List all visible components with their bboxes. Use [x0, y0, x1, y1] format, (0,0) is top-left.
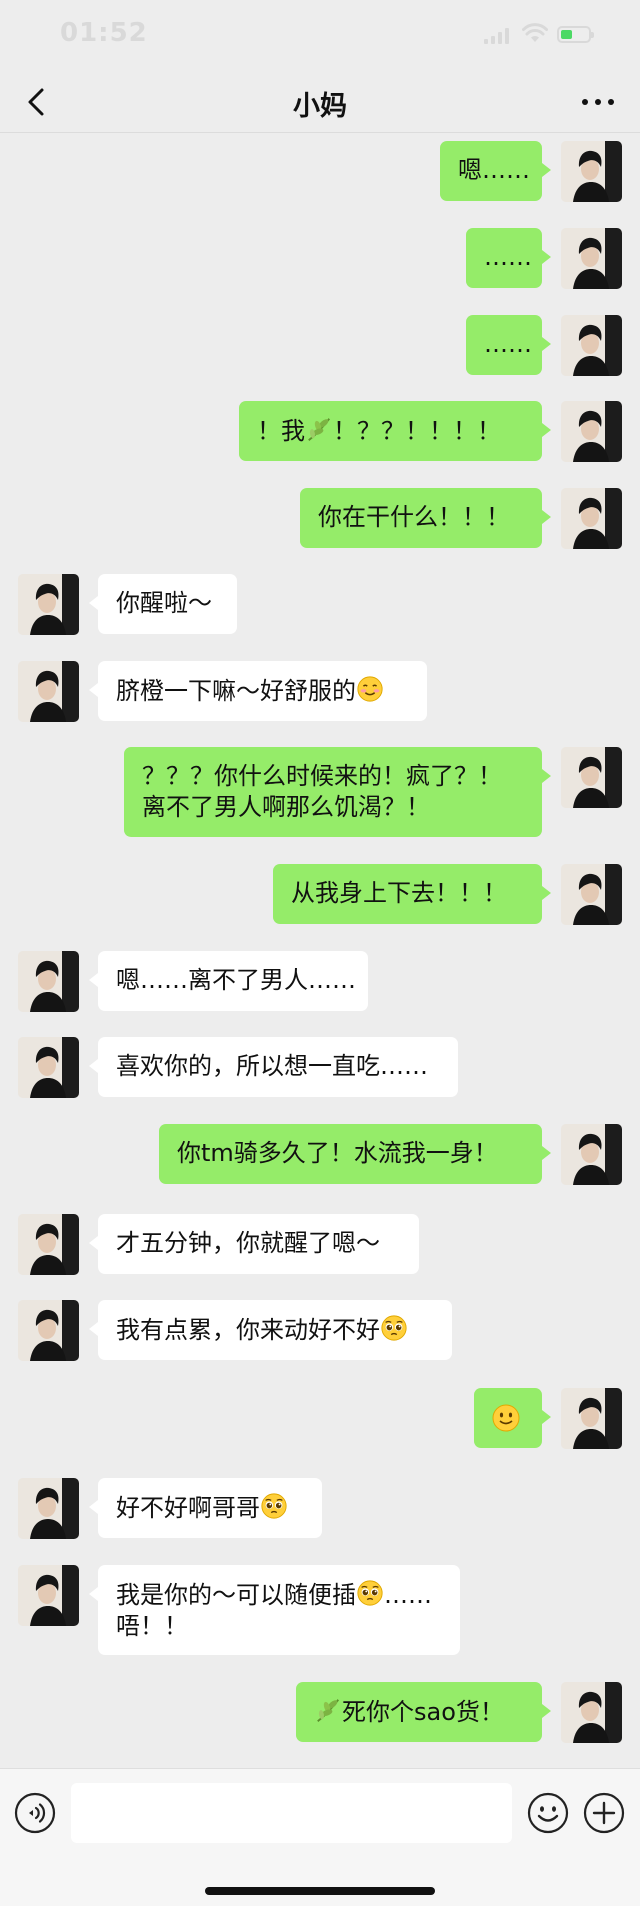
status-bar: 01:52 — [0, 0, 640, 70]
my-avatar[interactable] — [561, 1388, 622, 1449]
my-avatar[interactable] — [561, 1124, 622, 1185]
outgoing-message[interactable]: 你tm骑多久了！水流我一身！ — [159, 1124, 551, 1184]
outgoing-message[interactable]: 你在干什么！！！ — [300, 488, 551, 548]
status-time: 01:52 — [60, 18, 148, 48]
contact-avatar[interactable] — [18, 661, 79, 722]
incoming-message[interactable]: 才五分钟，你就醒了嗯～ — [89, 1214, 419, 1274]
outgoing-message[interactable]: 死你个sao货！ — [296, 1682, 551, 1742]
input-bar — [0, 1768, 640, 1906]
incoming-message[interactable]: 好不好啊哥哥 — [89, 1478, 322, 1538]
pleading-face-emoji-icon — [260, 1492, 288, 1520]
incoming-message[interactable]: 你醒啦～ — [89, 574, 237, 634]
more-dots-icon[interactable] — [578, 92, 618, 112]
incoming-message[interactable]: 我有点累，你来动好不好 — [89, 1300, 452, 1360]
emoji-icon[interactable] — [527, 1792, 569, 1834]
voice-icon[interactable] — [14, 1792, 56, 1834]
contact-avatar[interactable] — [18, 1565, 79, 1626]
my-avatar[interactable] — [561, 315, 622, 376]
outgoing-message[interactable]: …… — [466, 228, 551, 288]
message-input[interactable] — [71, 1783, 512, 1843]
my-avatar[interactable] — [561, 747, 622, 808]
contact-avatar[interactable] — [18, 951, 79, 1012]
battery-icon — [557, 26, 594, 43]
chat-title: 小妈 — [293, 91, 347, 122]
slightly-smiling-face-emoji-icon — [491, 1403, 521, 1433]
my-avatar[interactable] — [561, 228, 622, 289]
outgoing-message[interactable]: 从我身上下去！！！ — [273, 864, 551, 924]
contact-avatar[interactable] — [18, 1478, 79, 1539]
my-avatar[interactable] — [561, 864, 622, 925]
plus-icon[interactable] — [583, 1792, 625, 1834]
home-indicator — [205, 1887, 435, 1895]
pleading-face-emoji-icon — [380, 1314, 408, 1342]
contact-avatar[interactable] — [18, 1214, 79, 1275]
cellular-signal-icon — [484, 28, 510, 44]
my-avatar[interactable] — [561, 141, 622, 202]
outgoing-message[interactable]: ？？？你什么时候来的！疯了？！ 离不了男人啊那么饥渴？！ — [124, 747, 551, 837]
my-avatar[interactable] — [561, 1682, 622, 1743]
herb-emoji-icon — [305, 415, 333, 443]
herb-emoji-icon — [314, 1696, 342, 1724]
smiling-face-emoji-icon — [356, 675, 384, 703]
contact-avatar[interactable] — [18, 1300, 79, 1361]
my-avatar[interactable] — [561, 401, 622, 462]
outgoing-message[interactable]: ！我！？？！！！！ — [239, 401, 551, 461]
contact-avatar[interactable] — [18, 574, 79, 635]
outgoing-message[interactable]: …… — [466, 315, 551, 375]
outgoing-message[interactable]: 嗯…… — [440, 141, 551, 201]
outgoing-message[interactable] — [474, 1388, 551, 1448]
incoming-message[interactable]: 喜欢你的，所以想一直吃…… — [89, 1037, 458, 1097]
wifi-icon — [522, 23, 548, 42]
my-avatar[interactable] — [561, 488, 622, 549]
incoming-message[interactable]: 脐橙一下嘛～好舒服的 — [89, 661, 427, 721]
incoming-message[interactable]: 我是你的～可以随便插…… 唔！！ — [89, 1565, 460, 1655]
pleading-face-emoji-icon — [356, 1579, 384, 1607]
incoming-message[interactable]: 嗯……离不了男人…… — [89, 951, 368, 1011]
contact-avatar[interactable] — [18, 1037, 79, 1098]
chat-header: 小妈 — [0, 70, 640, 133]
